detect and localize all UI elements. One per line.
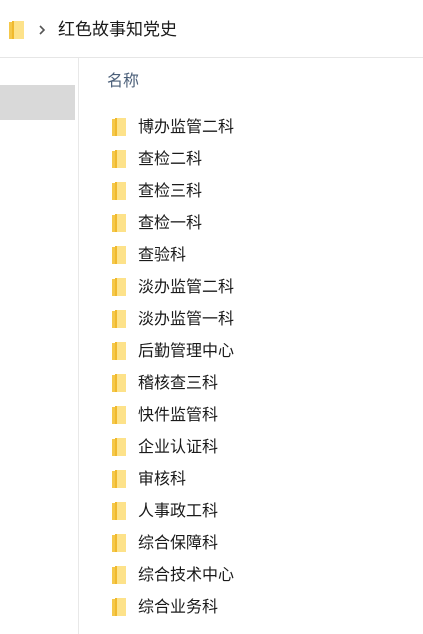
folder-name: 淡办监管二科 (138, 277, 235, 296)
folder-icon (112, 470, 126, 488)
folder-name: 稽核查三科 (138, 373, 219, 392)
folder-name: 博办监管二科 (138, 117, 235, 136)
folder-icon (112, 182, 126, 200)
folder-icon (112, 246, 126, 264)
folder-icon (112, 502, 126, 520)
folder-name: 综合保障科 (138, 533, 219, 552)
folder-name: 查检二科 (138, 149, 203, 168)
list-item[interactable]: 企业认证科 (100, 431, 420, 463)
list-item[interactable]: 快件监管科 (100, 399, 420, 431)
folder-name: 快件监管科 (138, 405, 219, 424)
list-item[interactable]: 后勤管理中心 (100, 335, 420, 367)
column-header-name[interactable]: 名称 (107, 70, 139, 92)
folder-icon (112, 406, 126, 424)
list-item[interactable]: 综合业务科 (100, 591, 420, 623)
folder-icon (112, 598, 126, 616)
folder-name: 综合技术中心 (138, 565, 235, 584)
list-item[interactable]: 查验科 (100, 239, 420, 271)
folder-name: 综合业务科 (138, 597, 219, 616)
folder-icon (112, 438, 126, 456)
folder-icon (112, 310, 126, 328)
folder-icon (9, 21, 24, 39)
list-item[interactable]: 综合保障科 (100, 527, 420, 559)
list-item[interactable]: 淡办监管一科 (100, 303, 420, 335)
folder-name: 企业认证科 (138, 437, 219, 456)
folder-icon (112, 534, 126, 552)
list-item[interactable]: 淡办监管二科 (100, 271, 420, 303)
folder-icon (112, 118, 126, 136)
folder-name: 查检三科 (138, 181, 203, 200)
chevron-right-icon[interactable] (36, 24, 48, 36)
folder-name: 人事政工科 (138, 501, 219, 520)
breadcrumb-current-folder[interactable]: 红色故事知党史 (58, 18, 177, 42)
file-list: 博办监管二科 查检二科查检三科查检一科查验科淡办监管二科 淡办监管一科 后勤管理中心稽… (100, 111, 420, 623)
folder-icon (112, 214, 126, 232)
list-item[interactable]: 博办监管二科 (100, 111, 420, 143)
navigation-pane (0, 58, 79, 634)
folder-name: 后勤管理中心 (138, 341, 235, 360)
nav-pane-selected-item[interactable] (0, 85, 75, 120)
folder-icon (112, 566, 126, 584)
list-item[interactable]: 审核科 (100, 463, 420, 495)
folder-name: 审核科 (138, 469, 187, 488)
folder-icon (112, 150, 126, 168)
list-item[interactable]: 查检一科 (100, 207, 420, 239)
list-item[interactable]: 综合技术中心 (100, 559, 420, 591)
list-item[interactable]: 查检二科 (100, 143, 420, 175)
list-item[interactable]: 稽核查三科 (100, 367, 420, 399)
folder-icon (112, 278, 126, 296)
folder-icon (112, 342, 126, 360)
folder-name: 查检一科 (138, 213, 203, 232)
list-item[interactable]: 查检三科 (100, 175, 420, 207)
folder-icon (112, 374, 126, 392)
address-bar[interactable]: 红色故事知党史 (0, 0, 423, 58)
folder-name: 查验科 (138, 245, 187, 264)
folder-name: 淡办监管一科 (138, 309, 235, 328)
list-item[interactable]: 人事政工科 (100, 495, 420, 527)
file-explorer-window: 红色故事知党史 名称 博办监管二科 查检二科查检三科查检一科查验科淡办监管二科 淡办… (0, 0, 423, 634)
